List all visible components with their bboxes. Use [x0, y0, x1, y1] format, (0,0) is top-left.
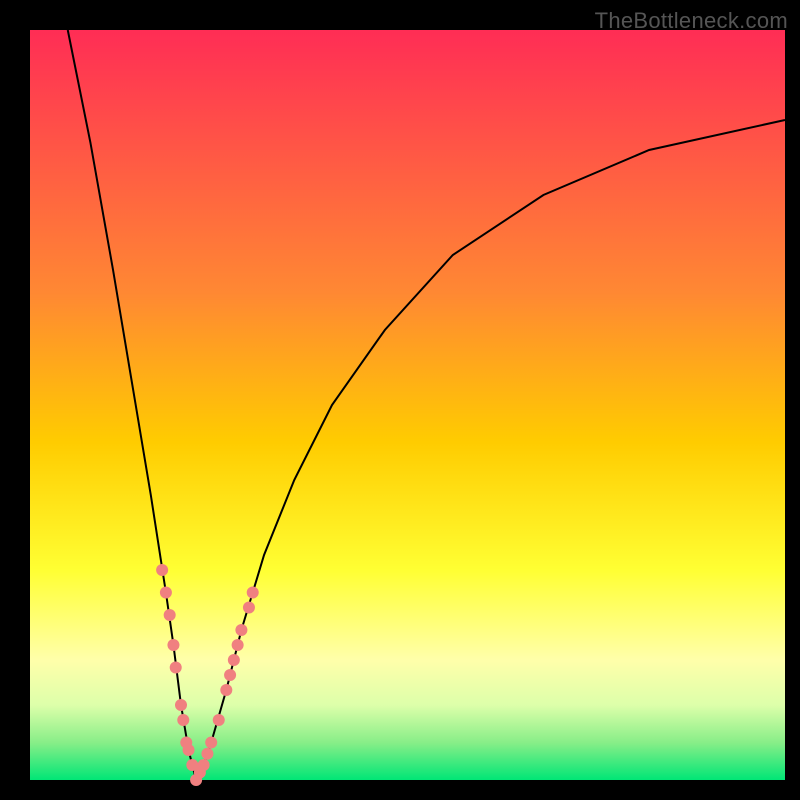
marker-point — [160, 587, 172, 599]
marker-point — [228, 654, 240, 666]
marker-point — [167, 639, 179, 651]
marker-point — [243, 602, 255, 614]
watermark-text: TheBottleneck.com — [595, 8, 788, 34]
marker-point — [156, 564, 168, 576]
gradient-background — [30, 30, 785, 780]
marker-point — [164, 609, 176, 621]
marker-point — [220, 684, 232, 696]
marker-point — [170, 662, 182, 674]
marker-point — [198, 759, 210, 771]
marker-point — [183, 744, 195, 756]
marker-point — [201, 748, 213, 760]
bottleneck-chart — [0, 0, 800, 800]
marker-point — [247, 587, 259, 599]
marker-point — [213, 714, 225, 726]
marker-point — [224, 669, 236, 681]
chart-container: TheBottleneck.com — [0, 0, 800, 800]
marker-point — [235, 624, 247, 636]
marker-point — [232, 639, 244, 651]
marker-point — [177, 714, 189, 726]
marker-point — [175, 699, 187, 711]
marker-point — [205, 737, 217, 749]
plot-area — [30, 30, 785, 786]
